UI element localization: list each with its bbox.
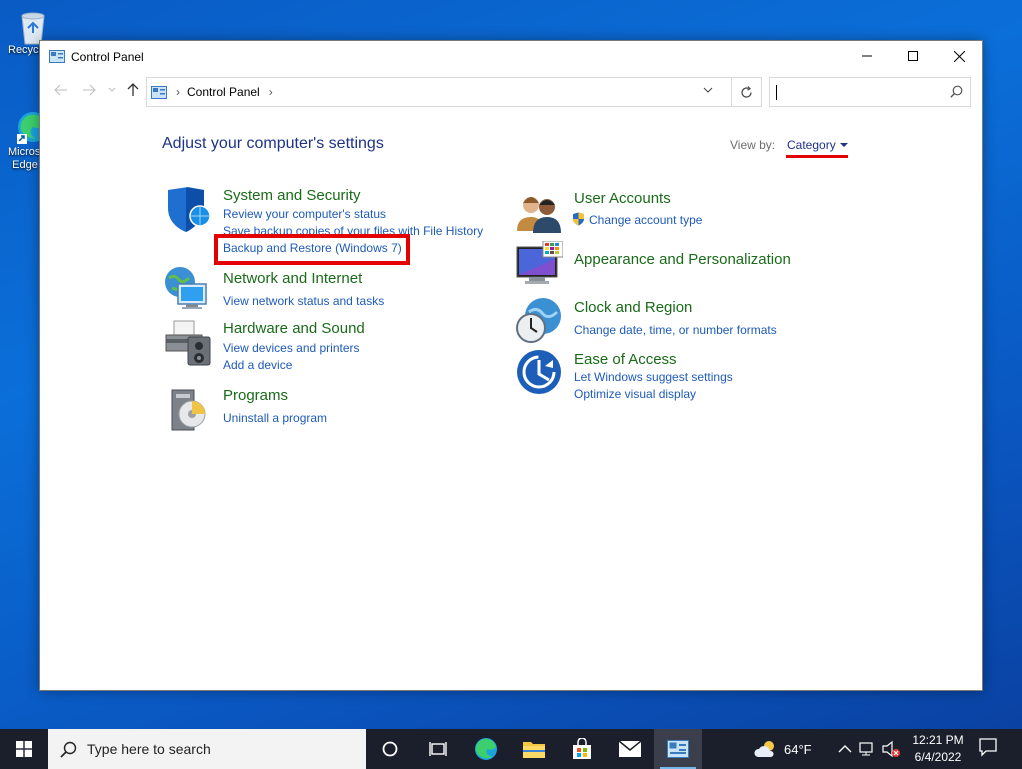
annotation-underline	[786, 155, 848, 158]
up-button[interactable]	[125, 82, 141, 98]
cortana-button[interactable]	[366, 729, 414, 769]
shield-icon[interactable]	[164, 186, 212, 234]
link-optimize-display[interactable]: Optimize visual display	[574, 387, 696, 401]
notification-center-button[interactable]	[978, 737, 998, 760]
link-change-account-type[interactable]: Change account type	[589, 213, 702, 227]
recent-locations-button[interactable]	[104, 82, 120, 98]
refresh-button[interactable]	[731, 78, 761, 106]
forward-button[interactable]	[81, 82, 97, 98]
back-button[interactable]	[53, 82, 69, 98]
minimize-button[interactable]	[844, 41, 890, 71]
ease-of-access-icon[interactable]	[515, 348, 563, 396]
category-title[interactable]: Network and Internet	[223, 270, 362, 287]
link-review-status[interactable]: Review your computer's status	[223, 207, 386, 221]
taskbar-search-box[interactable]: Type here to search	[48, 729, 366, 769]
users-icon[interactable]	[515, 189, 563, 237]
task-view-icon	[429, 742, 447, 756]
system-tray	[838, 729, 901, 769]
taskbar-store[interactable]	[558, 729, 606, 769]
view-by-dropdown[interactable]: Category	[787, 138, 836, 152]
link-windows-suggest[interactable]: Let Windows suggest settings	[574, 370, 733, 384]
taskbar-edge[interactable]	[462, 729, 510, 769]
close-button[interactable]	[936, 41, 982, 71]
annotation-highlight-box	[214, 234, 410, 265]
task-view-button[interactable]	[414, 729, 462, 769]
link-devices-printers[interactable]: View devices and printers	[223, 341, 360, 355]
taskbar-mail[interactable]	[606, 729, 654, 769]
caret-down-icon[interactable]	[840, 143, 848, 147]
search-icon	[60, 741, 77, 758]
category-title[interactable]: User Accounts	[574, 190, 671, 207]
view-by-label: View by:	[730, 138, 776, 152]
page-heading: Adjust your computer's settings	[162, 135, 384, 152]
notification-icon	[979, 738, 997, 757]
weather-widget[interactable]: 64°F	[754, 729, 812, 769]
printer-icon[interactable]	[164, 319, 212, 367]
arrow-left-icon	[54, 84, 67, 96]
category-title[interactable]: Clock and Region	[574, 299, 692, 316]
control-panel-window: Control Panel › Control Panel › Adjust y…	[39, 40, 983, 691]
category-title[interactable]: Ease of Access	[574, 351, 677, 368]
chevron-right-icon[interactable]: ›	[176, 85, 180, 99]
breadcrumb-control-panel[interactable]: Control Panel	[187, 85, 260, 99]
title-bar[interactable]: Control Panel	[40, 41, 982, 72]
address-row: › Control Panel ›	[40, 72, 982, 108]
search-box[interactable]	[769, 77, 971, 107]
chevron-down-icon[interactable]	[703, 87, 713, 94]
taskbar-clock[interactable]: 12:21 PM 6/4/2022	[908, 732, 968, 766]
folder-icon	[523, 742, 545, 758]
mail-icon	[618, 740, 642, 757]
taskbar-search-placeholder: Type here to search	[87, 741, 211, 757]
minimize-icon	[862, 55, 872, 57]
category-title[interactable]: Appearance and Personalization	[574, 251, 791, 268]
clock-date: 6/4/2022	[914, 750, 962, 764]
control-panel-icon	[667, 740, 689, 758]
store-bag-icon	[573, 738, 591, 759]
desktop-icon-label: Recycle Bin	[8, 44, 42, 56]
clock-globe-icon[interactable]	[515, 296, 563, 344]
control-panel-icon	[151, 85, 167, 99]
speaker-muted-icon[interactable]	[881, 740, 901, 758]
appearance-icon[interactable]	[515, 241, 563, 289]
close-icon	[953, 50, 965, 62]
arrow-up-icon	[127, 83, 139, 96]
desktop-icon-label: Microsoft Edge	[8, 146, 42, 171]
category-title[interactable]: Programs	[223, 387, 288, 404]
link-network-status[interactable]: View network status and tasks	[223, 294, 384, 308]
windows-logo-icon	[16, 741, 32, 757]
uac-shield-icon	[573, 212, 584, 226]
cloud-sun-icon	[754, 741, 774, 757]
chevron-right-icon[interactable]: ›	[269, 85, 273, 99]
taskbar-file-explorer[interactable]	[510, 729, 558, 769]
cortana-circle-icon	[382, 741, 398, 757]
chevron-down-icon	[108, 87, 116, 92]
start-button[interactable]	[0, 729, 48, 769]
clock-time: 12:21 PM	[912, 733, 964, 747]
search-icon[interactable]	[950, 85, 963, 98]
taskbar-control-panel[interactable]	[654, 729, 702, 769]
programs-icon[interactable]	[164, 386, 212, 434]
network-globe-icon[interactable]	[164, 266, 212, 314]
recycle-bin-icon	[16, 8, 50, 45]
network-icon[interactable]	[858, 741, 876, 757]
window-title: Control Panel	[71, 49, 144, 64]
category-title[interactable]: Hardware and Sound	[223, 320, 365, 337]
control-panel-icon	[49, 50, 65, 63]
maximize-button[interactable]	[890, 41, 936, 71]
refresh-icon	[741, 85, 752, 98]
weather-temperature: 64°F	[784, 741, 812, 757]
maximize-icon	[908, 51, 918, 61]
address-bar[interactable]: › Control Panel ›	[146, 77, 762, 107]
taskbar: Type here to search 64°F 12:21 PM 6/4/20…	[0, 729, 1022, 769]
link-add-device[interactable]: Add a device	[223, 358, 292, 372]
link-date-time-formats[interactable]: Change date, time, or number formats	[574, 323, 777, 337]
search-input[interactable]	[774, 79, 944, 105]
category-title[interactable]: System and Security	[223, 187, 361, 204]
arrow-right-icon	[83, 84, 96, 96]
chevron-up-icon[interactable]	[838, 744, 852, 754]
link-uninstall-program[interactable]: Uninstall a program	[223, 411, 327, 425]
edge-icon	[475, 738, 497, 760]
text-caret	[776, 85, 777, 100]
